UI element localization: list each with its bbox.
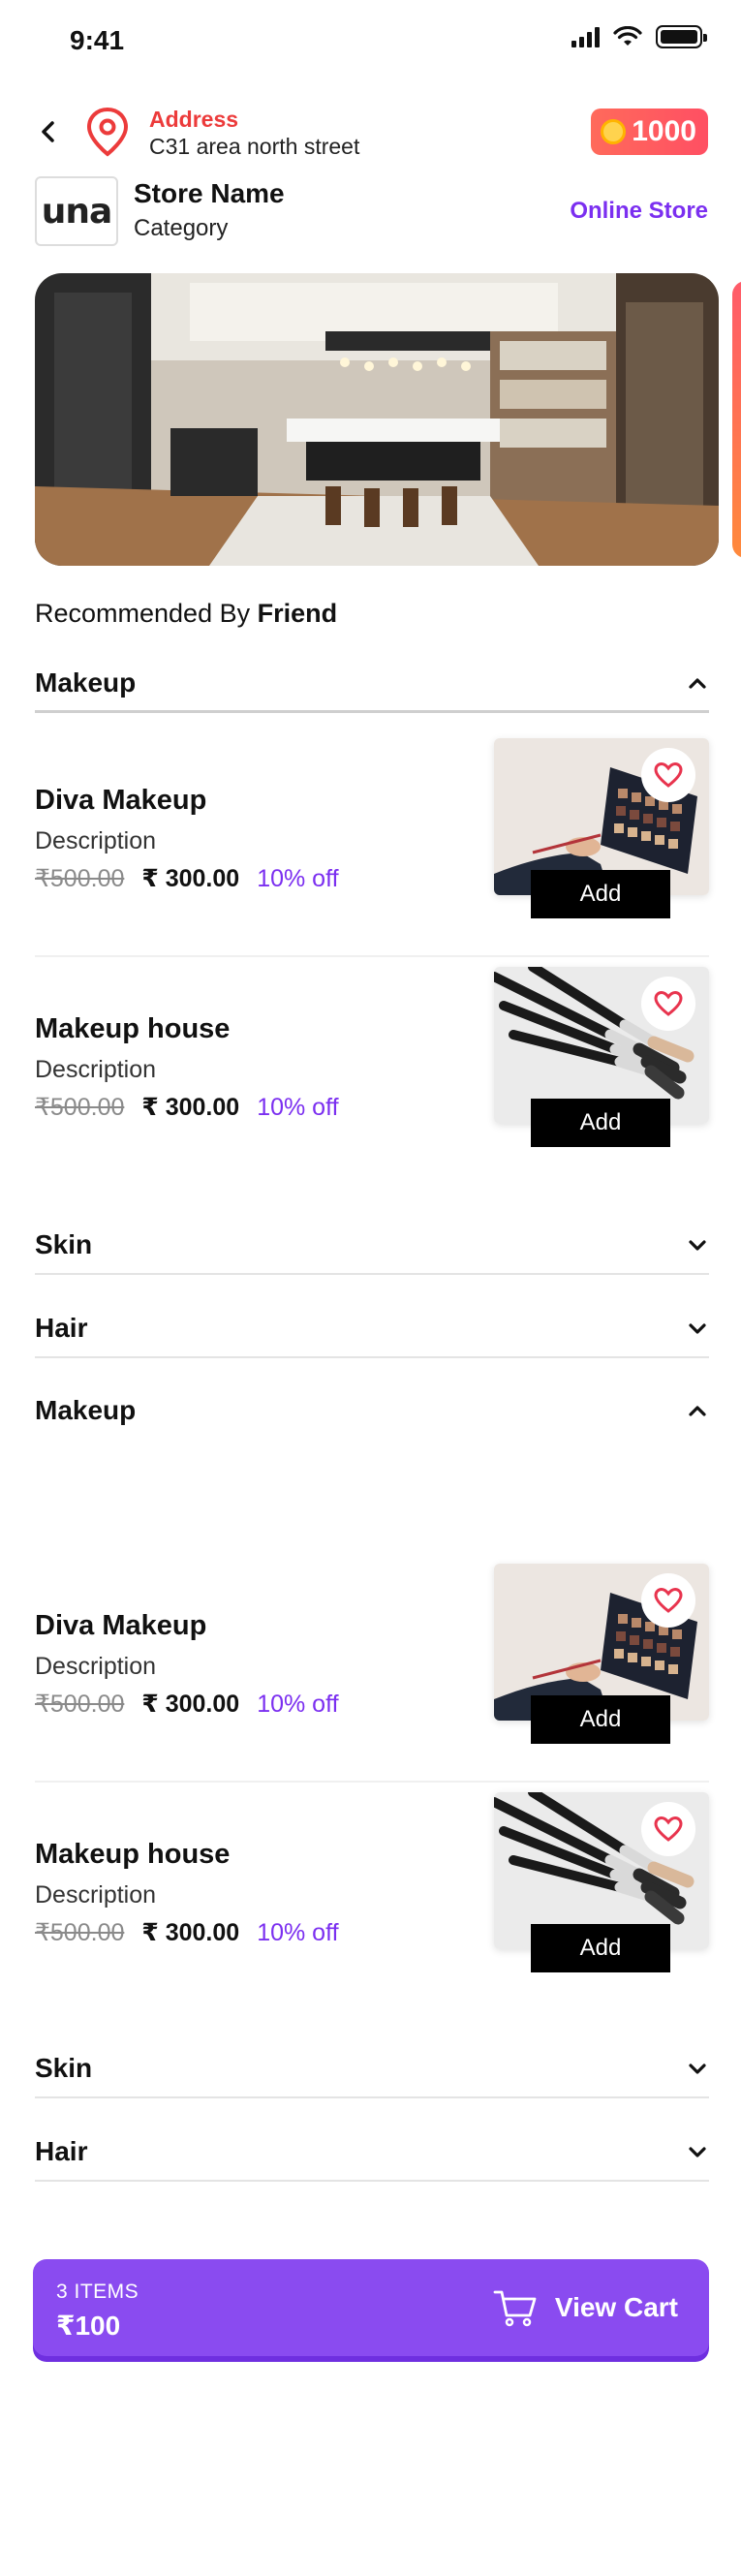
store-category: Category bbox=[134, 215, 229, 241]
chevron-down-icon bbox=[689, 1323, 706, 1334]
category-title: Makeup bbox=[35, 667, 137, 698]
product-name: Makeup house bbox=[35, 1839, 231, 1870]
product-price: ₹ 300.00 bbox=[141, 1094, 240, 1121]
product-old-price: ₹500.00 bbox=[35, 1094, 125, 1121]
chevron-down-icon bbox=[689, 2147, 706, 2157]
chevron-down-icon bbox=[689, 2064, 706, 2074]
heart-icon bbox=[654, 761, 683, 788]
category-title: Hair bbox=[35, 2136, 88, 2166]
coins-badge[interactable]: 1000 bbox=[591, 109, 708, 155]
product-item[interactable]: Diva Makeup Description ₹500.00 ₹ 300.00… bbox=[35, 1554, 709, 1783]
address-value[interactable]: C31 area north street bbox=[149, 134, 359, 160]
status-time: 9:41 bbox=[70, 25, 125, 55]
recommended-prefix: Recommended By bbox=[35, 599, 251, 628]
store-name: Store Name bbox=[134, 178, 285, 208]
product-item[interactable]: Makeup house Description ₹500.00 ₹ 300.0… bbox=[35, 957, 709, 1186]
product-price-row: ₹500.00 ₹ 300.00 10% off bbox=[35, 1918, 339, 1947]
recommended-by: Recommended By Friend bbox=[35, 599, 337, 629]
online-store-link[interactable]: Online Store bbox=[570, 198, 708, 225]
product-old-price: ₹500.00 bbox=[35, 1691, 125, 1718]
product-description: Description bbox=[35, 1056, 157, 1083]
wifi-icon bbox=[613, 26, 642, 46]
product-name: Diva Makeup bbox=[35, 1610, 207, 1641]
store-banner-image[interactable] bbox=[35, 273, 719, 566]
next-banner-peek[interactable] bbox=[732, 281, 741, 558]
location-pin-icon bbox=[86, 107, 129, 157]
category-skin-header[interactable]: Skin bbox=[35, 2040, 709, 2098]
category-title: Skin bbox=[35, 2053, 93, 2083]
cart-item-count: 3 ITEMS bbox=[56, 2281, 139, 2303]
view-cart-bar[interactable]: 3 ITEMS ₹100 View Cart bbox=[33, 2259, 709, 2356]
coin-icon bbox=[601, 119, 627, 144]
status-bar: 9:41 bbox=[0, 0, 741, 78]
category-hair-header[interactable]: Hair bbox=[35, 2124, 709, 2182]
product-old-price: ₹500.00 bbox=[35, 865, 125, 892]
product-discount: 10% off bbox=[257, 1691, 339, 1718]
product-old-price: ₹500.00 bbox=[35, 1919, 125, 1946]
product-description: Description bbox=[35, 1881, 157, 1909]
coins-value: 1000 bbox=[632, 115, 696, 147]
product-discount: 10% off bbox=[257, 1094, 339, 1121]
product-discount: 10% off bbox=[257, 865, 339, 892]
add-button[interactable]: Add bbox=[531, 1924, 670, 1972]
cart-total: ₹100 bbox=[56, 2311, 121, 2341]
chevron-up-icon bbox=[689, 677, 706, 689]
product-item[interactable]: Makeup house Description ₹500.00 ₹ 300.0… bbox=[35, 1783, 709, 2011]
back-button[interactable] bbox=[31, 114, 66, 149]
category-title: Skin bbox=[35, 1229, 93, 1259]
store-logo: una bbox=[35, 176, 118, 246]
product-price-row: ₹500.00 ₹ 300.00 10% off bbox=[35, 864, 339, 893]
view-cart-button[interactable]: View Cart bbox=[493, 2288, 678, 2327]
product-description: Description bbox=[35, 1653, 157, 1680]
cellular-signal-icon bbox=[571, 26, 600, 47]
product-price: ₹ 300.00 bbox=[141, 1691, 240, 1718]
view-cart-label: View Cart bbox=[554, 2292, 678, 2322]
heart-icon bbox=[654, 1587, 683, 1613]
cart-icon bbox=[493, 2290, 537, 2327]
product-item[interactable]: Diva Makeup Description ₹500.00 ₹ 300.00… bbox=[35, 729, 709, 957]
chevron-up-icon bbox=[689, 1406, 706, 1416]
product-name: Makeup house bbox=[35, 1013, 231, 1044]
category-makeup-header[interactable]: Makeup bbox=[35, 1381, 709, 1440]
address-label: Address bbox=[149, 107, 239, 132]
product-name: Diva Makeup bbox=[35, 785, 207, 816]
heart-icon bbox=[654, 1816, 683, 1842]
category-makeup-header[interactable]: Makeup bbox=[35, 655, 709, 713]
add-button[interactable]: Add bbox=[531, 870, 670, 918]
favorite-heart-button[interactable] bbox=[641, 748, 695, 802]
heart-icon bbox=[654, 990, 683, 1016]
add-button[interactable]: Add bbox=[531, 1695, 670, 1744]
product-price: ₹ 300.00 bbox=[141, 865, 240, 892]
favorite-heart-button[interactable] bbox=[641, 977, 695, 1031]
product-price: ₹ 300.00 bbox=[141, 1919, 240, 1946]
recommended-who: Friend bbox=[257, 599, 338, 628]
category-hair-header[interactable]: Hair bbox=[35, 1300, 709, 1358]
category-title: Makeup bbox=[35, 1395, 137, 1425]
chevron-down-icon bbox=[689, 1240, 706, 1251]
add-button[interactable]: Add bbox=[531, 1099, 670, 1147]
product-description: Description bbox=[35, 827, 157, 854]
favorite-heart-button[interactable] bbox=[641, 1802, 695, 1856]
favorite-heart-button[interactable] bbox=[641, 1573, 695, 1628]
category-skin-header[interactable]: Skin bbox=[35, 1217, 709, 1275]
battery-icon bbox=[656, 25, 707, 48]
product-discount: 10% off bbox=[257, 1919, 339, 1946]
status-icons bbox=[571, 25, 707, 48]
category-title: Hair bbox=[35, 1313, 88, 1343]
product-price-row: ₹500.00 ₹ 300.00 10% off bbox=[35, 1690, 339, 1719]
chevron-left-icon bbox=[42, 121, 54, 142]
product-price-row: ₹500.00 ₹ 300.00 10% off bbox=[35, 1093, 339, 1122]
